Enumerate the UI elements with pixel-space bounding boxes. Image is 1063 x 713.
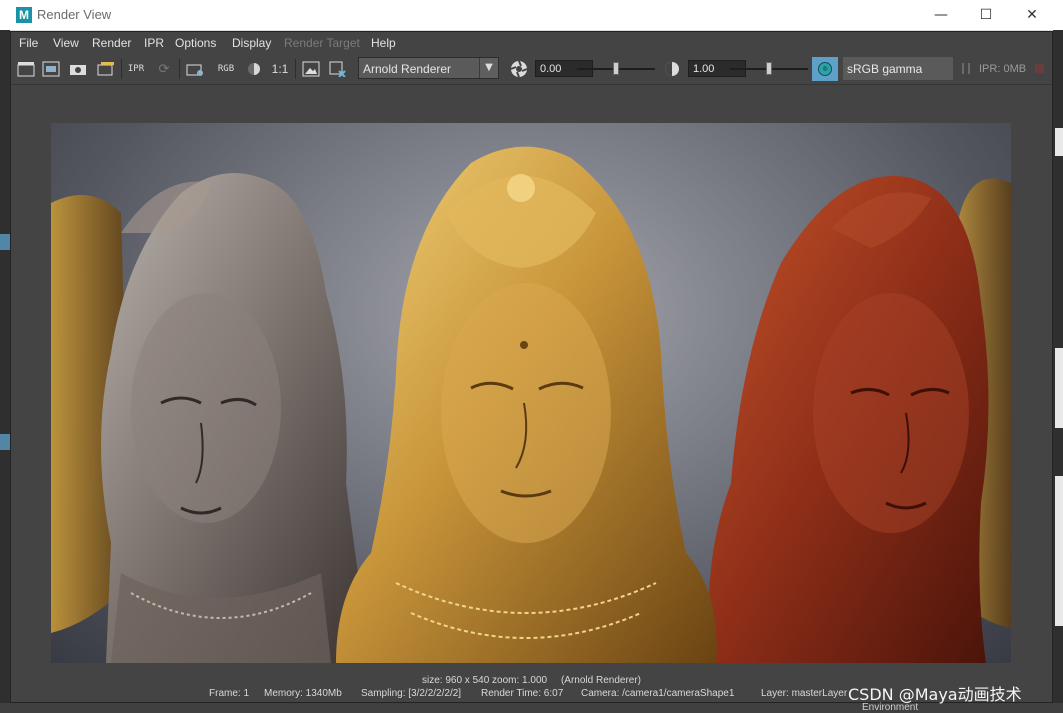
- background-field: [1055, 348, 1063, 428]
- memory-info: Memory: 1340Mb: [264, 688, 342, 699]
- minimize-button[interactable]: —: [918, 0, 964, 30]
- render-sequence-icon[interactable]: [95, 58, 117, 80]
- gamma-slider-handle[interactable]: [766, 62, 772, 75]
- remove-image-icon[interactable]: [327, 58, 349, 80]
- render-settings-icon[interactable]: [184, 58, 206, 80]
- toolbar-separator: [121, 59, 122, 79]
- render-renderer-info: (Arnold Renderer): [560, 675, 642, 686]
- menu-display[interactable]: Display: [232, 36, 271, 50]
- ipr-render-icon[interactable]: IPR: [125, 58, 147, 80]
- toolbar-separator: [295, 59, 296, 79]
- render-image[interactable]: [51, 123, 1011, 663]
- keep-image-icon[interactable]: [300, 58, 322, 80]
- rgb-channel-button[interactable]: RGB: [215, 58, 237, 80]
- refresh-ipr-icon: ⟳: [158, 61, 170, 77]
- render-view-window: File View Render IPR Options Display Ren…: [10, 31, 1053, 703]
- menu-render[interactable]: Render: [92, 36, 131, 50]
- close-button[interactable]: ✕: [1009, 0, 1055, 30]
- ipr-render-label: IPR: [127, 64, 145, 74]
- layer-info: Layer: masterLayer: [761, 688, 848, 699]
- gamma-icon[interactable]: [661, 58, 683, 80]
- menu-bar: File View Render IPR Options Display Ren…: [11, 32, 1052, 54]
- color-management-icon: ◎: [818, 62, 832, 76]
- menu-file[interactable]: File: [19, 36, 38, 50]
- background-tab-highlight: [0, 234, 10, 250]
- color-management-button[interactable]: ◎: [812, 57, 838, 81]
- background-panel-right: [1053, 30, 1063, 713]
- frame-info: Frame: 1: [209, 688, 250, 699]
- toolbar: IPR ⟳ RGB 1:1 Arnold Renderer ▼ 0.00 1.0…: [11, 54, 1052, 85]
- background-tab-highlight: [0, 434, 10, 450]
- menu-view[interactable]: View: [53, 36, 79, 50]
- pause-ipr-icon[interactable]: [962, 63, 970, 74]
- watermark-text: CSDN @Maya动画技术: [848, 685, 1022, 704]
- renderer-value: Arnold Renderer: [363, 62, 452, 76]
- exposure-slider[interactable]: [577, 62, 655, 75]
- background-field: [1055, 476, 1063, 626]
- window-title: Render View: [37, 7, 112, 22]
- ipr-memory-label: IPR: 0MB: [979, 63, 1027, 75]
- view-transform-field[interactable]: sRGB gamma: [843, 57, 953, 80]
- toolbar-separator: [179, 59, 180, 79]
- render-region-icon[interactable]: [40, 58, 62, 80]
- renderer-dropdown[interactable]: Arnold Renderer ▼: [358, 57, 499, 79]
- render-canvas-area: size: 960 x 540 zoom: 1.000 (Arnold Rend…: [11, 85, 1052, 699]
- snapshot-camera-icon[interactable]: [67, 58, 89, 80]
- camera-info: Camera: /camera1/cameraShape1: [581, 688, 735, 699]
- rendered-busts-image: [51, 146, 1011, 663]
- render-frame-icon[interactable]: [15, 58, 37, 80]
- render-time-info: Render Time: 6:07: [481, 688, 564, 699]
- alpha-channel-icon[interactable]: [243, 58, 265, 80]
- maximize-button[interactable]: ☐: [963, 0, 1009, 30]
- chevron-down-icon: ▼: [479, 58, 498, 78]
- menu-options[interactable]: Options: [175, 36, 216, 50]
- real-size-button[interactable]: 1:1: [269, 58, 291, 80]
- menu-ipr[interactable]: IPR: [144, 36, 164, 50]
- background-panel-left: [0, 30, 10, 713]
- menu-render-target: Render Target: [284, 36, 360, 50]
- exposure-slider-handle[interactable]: [613, 62, 619, 75]
- menu-help[interactable]: Help: [371, 36, 396, 50]
- real-size-label: 1:1: [271, 62, 289, 76]
- maya-app-icon: M: [16, 7, 32, 23]
- sampling-info: Sampling: [3/2/2/2/2/2]: [361, 688, 462, 699]
- gamma-slider[interactable]: [730, 62, 808, 75]
- rgb-channel-label: RGB: [217, 64, 235, 74]
- exposure-icon[interactable]: [508, 58, 530, 80]
- title-bar: M Render View — ☐ ✕: [0, 0, 1063, 31]
- render-size-info: size: 960 x 540 zoom: 1.000: [421, 675, 548, 686]
- background-field: [1055, 128, 1063, 156]
- stop-render-icon[interactable]: [1035, 64, 1044, 73]
